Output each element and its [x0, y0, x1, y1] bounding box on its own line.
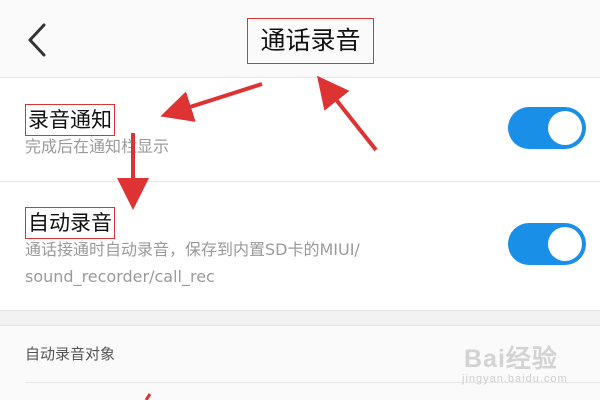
- chevron-left-icon: [28, 23, 46, 57]
- auto-record-targets-section: 自动录音对象: [0, 326, 600, 400]
- setting-title-auto-record: 自动录音: [25, 207, 115, 239]
- setting-desc-auto-record-line1: 通话接通时自动录音，保存到内置SD卡的MIUI/: [25, 240, 360, 259]
- toggle-knob: [548, 227, 582, 261]
- section-label-auto-record-targets: 自动录音对象: [25, 345, 116, 363]
- section-gap: [0, 310, 600, 326]
- setting-row-auto-record[interactable]: 自动录音 通话接通时自动录音，保存到内置SD卡的MIUI/ sound_reco…: [0, 183, 600, 310]
- header-bar: 通话录音: [0, 0, 600, 78]
- record-notification-toggle[interactable]: [508, 107, 586, 149]
- page-title: 通话录音: [247, 18, 374, 64]
- setting-desc-record-notification: 完成后在通知栏显示: [25, 137, 170, 156]
- back-button[interactable]: [22, 20, 56, 60]
- setting-row-record-notification[interactable]: 录音通知 完成后在通知栏显示: [0, 79, 600, 182]
- setting-title-record-notification: 录音通知: [25, 104, 115, 136]
- auto-record-toggle[interactable]: [508, 223, 586, 265]
- toggle-knob: [548, 111, 582, 145]
- divider: [25, 382, 600, 383]
- setting-desc-auto-record-line2: sound_recorder/call_rec: [25, 267, 215, 286]
